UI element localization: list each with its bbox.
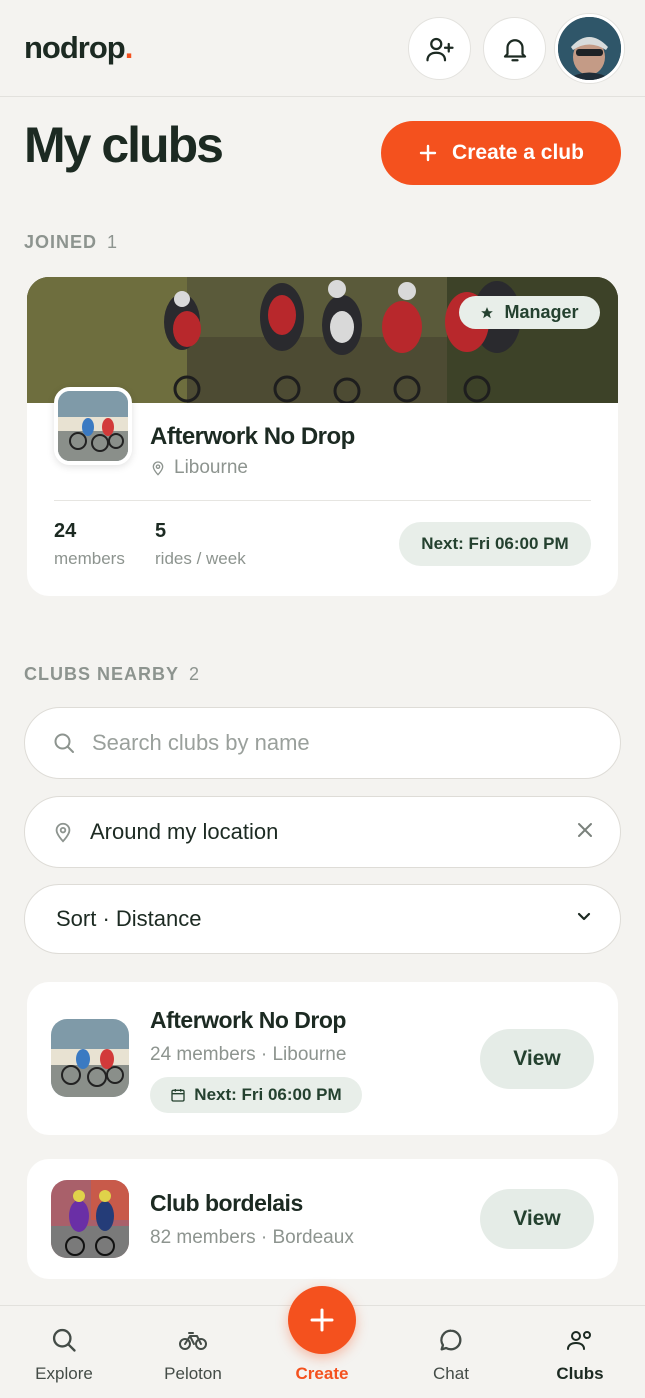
joined-club-name: Afterwork No Drop — [150, 423, 355, 450]
plus-icon — [419, 144, 437, 162]
next-ride-pill: Next: Fri 06:00 PM — [399, 522, 591, 566]
club-name: Club bordelais — [150, 1190, 303, 1216]
club-meta: 82 members · Bordeaux — [150, 1227, 354, 1248]
location-field[interactable]: Around my location — [24, 796, 621, 868]
nearby-count: 2 — [189, 664, 201, 684]
avatar-photo — [558, 17, 621, 80]
star-icon — [481, 306, 494, 318]
rides-label: rides / week — [155, 549, 246, 568]
joined-club-card[interactable]: Manager Afterwork No Drop Libourne 24 me… — [27, 277, 618, 596]
bike-icon — [179, 1332, 207, 1350]
joined-club-location: Libourne — [150, 457, 248, 479]
sort-select[interactable]: Sort · Distance — [24, 884, 621, 954]
view-club-button[interactable]: View — [480, 1029, 594, 1089]
user-plus-icon — [425, 37, 454, 61]
club-list-item[interactable]: Afterwork No Drop 24 members · Libourne … — [27, 982, 618, 1135]
chevron-down-icon — [577, 912, 591, 921]
page-title: My clubs — [24, 117, 224, 173]
clear-location-button[interactable] — [576, 819, 594, 845]
sort-value: Sort · Distance — [56, 906, 202, 931]
view-club-button[interactable]: View — [480, 1189, 594, 1249]
create-fab-button[interactable] — [288, 1286, 356, 1354]
rides-count: 5 — [155, 520, 167, 542]
calendar-icon — [171, 1089, 185, 1102]
joined-section-label: JOINED 1 — [24, 232, 119, 252]
club-list-item[interactable]: Club bordelais 82 members · Bordeaux Vie… — [27, 1159, 618, 1279]
card-divider — [54, 500, 591, 501]
add-friend-button[interactable] — [408, 17, 471, 80]
location-pin-icon — [152, 461, 164, 476]
notifications-button[interactable] — [483, 17, 546, 80]
nav-create-label[interactable]: Create — [272, 1364, 372, 1384]
bell-icon — [503, 38, 526, 61]
nearby-section-label: CLUBS NEARBY 2 — [24, 664, 201, 684]
nav-chat[interactable]: Chat — [401, 1326, 501, 1384]
club-thumbnail — [51, 1180, 129, 1258]
sort-chevron — [574, 906, 594, 932]
search-icon — [54, 733, 74, 753]
users-icon — [567, 1331, 591, 1350]
top-bar: nodrop. — [0, 0, 645, 97]
search-icon — [52, 1328, 76, 1352]
members-count: 24 — [54, 520, 77, 542]
close-icon — [578, 823, 592, 837]
manager-badge: Manager — [459, 296, 600, 329]
club-meta: 24 members · Libourne — [150, 1044, 347, 1065]
create-club-label: Create a club — [452, 141, 584, 164]
chat-icon — [440, 1329, 462, 1351]
nav-explore[interactable]: Explore — [14, 1326, 114, 1384]
app-logo[interactable]: nodrop. — [24, 30, 133, 66]
next-ride-pill: Next: Fri 06:00 PM — [150, 1077, 362, 1113]
members-label: members — [54, 549, 125, 568]
club-thumbnail — [51, 1019, 129, 1097]
search-field[interactable] — [24, 707, 621, 779]
nav-peloton[interactable]: Peloton — [143, 1326, 243, 1384]
create-club-button[interactable]: Create a club — [381, 121, 621, 185]
joined-count: 1 — [107, 232, 119, 252]
location-value: Around my location — [90, 819, 279, 844]
profile-avatar[interactable] — [555, 14, 624, 83]
nav-clubs[interactable]: Clubs — [530, 1326, 630, 1384]
club-thumbnail — [54, 387, 132, 465]
bottom-nav: Explore Peloton Create Chat Clubs — [0, 1286, 645, 1398]
location-pin-icon — [55, 822, 71, 843]
plus-icon — [310, 1308, 334, 1332]
club-name: Afterwork No Drop — [150, 1007, 346, 1033]
search-input[interactable] — [92, 730, 562, 756]
